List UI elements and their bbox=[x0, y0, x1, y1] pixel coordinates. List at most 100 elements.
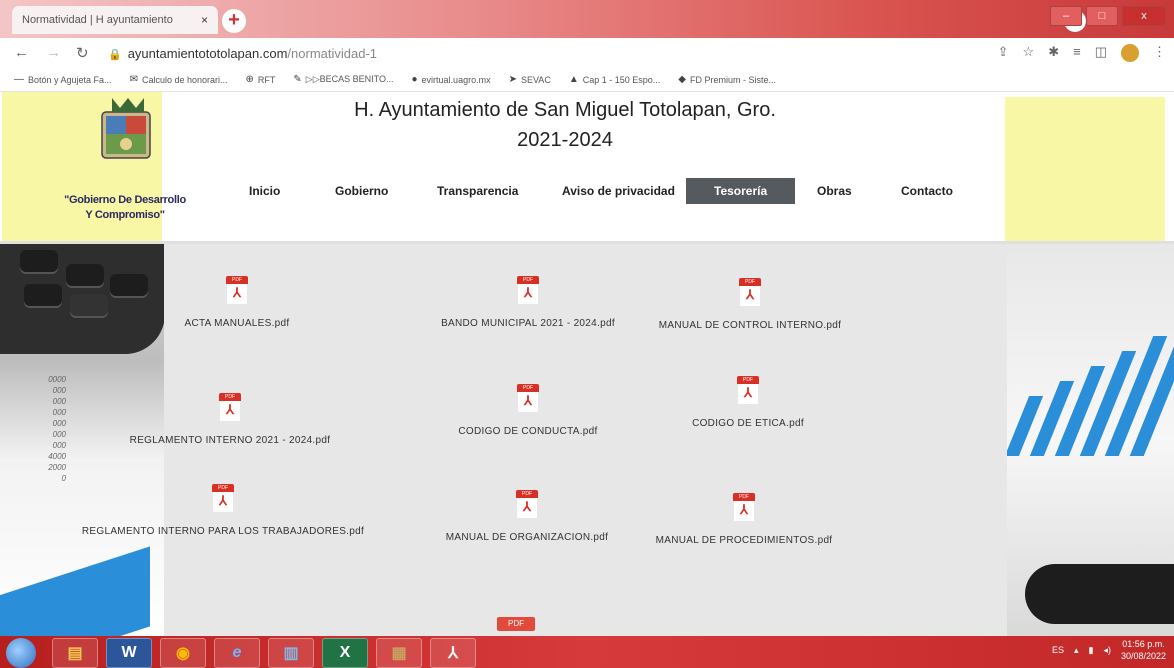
pdf-icon[interactable]: PDF ⅄ bbox=[739, 278, 761, 306]
reading-list-icon[interactable]: ≡ bbox=[1073, 44, 1081, 62]
document-link[interactable]: ACTA MANUALES.pdf bbox=[177, 318, 297, 329]
document-link[interactable]: REGLAMENTO INTERNO PARA LOS TRABAJADORES… bbox=[70, 526, 376, 537]
site-title-line-2: 2021-2024 bbox=[517, 129, 613, 151]
word-icon[interactable]: W bbox=[106, 638, 152, 668]
minimize-button[interactable]: – bbox=[1050, 6, 1082, 26]
chrome-icon[interactable]: ◉ bbox=[160, 638, 206, 668]
pdf-icon[interactable]: PDF ⅄ bbox=[226, 276, 248, 304]
document-link[interactable]: CODIGO DE CONDUCTA.pdf bbox=[448, 426, 608, 437]
pdf-icon[interactable]: PDF ⅄ bbox=[517, 276, 539, 304]
start-button[interactable] bbox=[6, 638, 36, 668]
menu-label: Aviso de privacidad bbox=[562, 184, 675, 198]
header-yellow-right bbox=[1005, 97, 1165, 242]
menu-label: Tesorería bbox=[714, 184, 768, 198]
maximize-button[interactable]: □ bbox=[1086, 6, 1118, 26]
menu-obras[interactable]: Obras bbox=[817, 178, 852, 204]
bookmark-label: FD Premium - Siste... bbox=[689, 74, 776, 85]
back-icon[interactable]: ← bbox=[14, 44, 29, 61]
menu-kebab-icon[interactable]: ⋮ bbox=[1153, 44, 1166, 62]
menu-aviso-de-privacidad[interactable]: Aviso de privacidad bbox=[562, 178, 675, 204]
document-item: PDF ⅄ MANUAL DE CONTROL INTERNO.pdf bbox=[650, 278, 850, 331]
speaker-icon[interactable]: ◂) bbox=[1103, 645, 1111, 656]
clock[interactable]: 01:56 p.m. 30/08/2022 bbox=[1121, 638, 1166, 662]
bookmark-item[interactable]: ➤ SEVAC bbox=[509, 74, 551, 85]
document-link[interactable]: CODIGO DE ETICA.pdf bbox=[683, 418, 813, 429]
background-chart-ticks: 0000 000 000 000 000 000 000 4000 2000 0 bbox=[6, 374, 66, 484]
municipal-seal-logo bbox=[101, 98, 151, 159]
document-link[interactable]: REGLAMENTO INTERNO 2021 - 2024.pdf bbox=[118, 435, 342, 446]
background-tick-label: 000 bbox=[52, 430, 66, 439]
clock-date: 30/08/2022 bbox=[1120, 651, 1166, 661]
tray-arrow-icon[interactable]: ▴ bbox=[1074, 645, 1079, 656]
document-item: PDF ⅄ MANUAL DE ORGANIZACION.pdf bbox=[438, 490, 616, 543]
menu-contacto[interactable]: Contacto bbox=[901, 178, 953, 204]
pdf-icon[interactable]: PDF ⅄ bbox=[516, 490, 538, 518]
document-item: PDF ⅄ REGLAMENTO INTERNO 2021 - 2024.pdf bbox=[118, 393, 342, 446]
new-tab-button[interactable]: + bbox=[222, 9, 246, 33]
bookmark-item[interactable]: ◆ FD Premium - Siste... bbox=[678, 74, 776, 85]
bookmark-item[interactable]: ✎ ▷▷BECAS BENITO... bbox=[293, 74, 393, 85]
background-tick-label: 0000 bbox=[48, 375, 66, 384]
pdf-icon[interactable]: PDF ⅄ bbox=[219, 393, 241, 421]
background-tick-label: 000 bbox=[52, 408, 66, 417]
bookmark-item[interactable]: ▲ Cap 1 - 150 Espo... bbox=[569, 74, 660, 85]
pdf-reader-icon[interactable]: ⅄ bbox=[430, 638, 476, 668]
site-title: H. Ayuntamiento de San Miguel Totolapan,… bbox=[340, 95, 790, 155]
background-tick-label: 000 bbox=[52, 386, 66, 395]
bookmark-label: Cap 1 - 150 Espo... bbox=[582, 74, 661, 85]
background-tick-label: 0 bbox=[61, 474, 66, 483]
windows-taskbar: ▤ W ◉ e ▥ X ▦ ⅄ ES ▴ ▮ ◂) 01:56 p.m. 30/… bbox=[0, 636, 1174, 668]
menu-inicio[interactable]: Inicio bbox=[249, 178, 280, 204]
app-icon[interactable]: ▥ bbox=[268, 638, 314, 668]
bookmark-star-icon[interactable]: ☆ bbox=[1023, 44, 1035, 62]
background-tick-label: 4000 bbox=[48, 452, 66, 461]
reload-icon[interactable]: ↻ bbox=[76, 44, 89, 62]
tab-title: Normatividad | H ayuntamiento bbox=[22, 14, 173, 26]
extensions-icon[interactable]: ✱ bbox=[1048, 44, 1059, 62]
background-tick-label: 2000 bbox=[48, 463, 66, 472]
pdf-icon[interactable]: PDF ⅄ bbox=[212, 484, 234, 512]
forward-icon[interactable]: → bbox=[46, 44, 61, 61]
language-indicator[interactable]: ES bbox=[1052, 645, 1064, 655]
pdf-icon[interactable]: PDF ⅄ bbox=[737, 376, 759, 404]
close-window-button[interactable]: x bbox=[1122, 6, 1166, 26]
pdf-icon[interactable]: PDF ⅄ bbox=[517, 384, 539, 412]
document-link[interactable]: MANUAL DE PROCEDIMIENTOS.pdf bbox=[646, 535, 842, 546]
document-link[interactable]: MANUAL DE CONTROL INTERNO.pdf bbox=[650, 320, 850, 331]
menu-transparencia[interactable]: Transparencia bbox=[437, 178, 518, 204]
bookmark-item[interactable]: — Botón y Agujeta Fa... bbox=[14, 74, 112, 85]
slogan-line-1: "Gobierno De Desarrollo bbox=[64, 194, 186, 206]
tab-close-icon[interactable]: × bbox=[201, 13, 208, 27]
menu-gobierno[interactable]: Gobierno bbox=[335, 178, 388, 204]
document-link[interactable]: BANDO MUNICIPAL 2021 - 2024.pdf bbox=[428, 318, 628, 329]
sidepanel-icon[interactable]: ◫ bbox=[1095, 44, 1107, 62]
network-icon[interactable]: ▮ bbox=[1088, 645, 1093, 656]
bookmark-item[interactable]: ✉ Calculo de honorari... bbox=[130, 74, 228, 85]
system-tray: ES ▴ ▮ ◂) 01:56 p.m. 30/08/2022 bbox=[1052, 638, 1166, 662]
url-field[interactable]: 🔒 ayuntamientototolapan.com/normatividad-… bbox=[108, 46, 377, 61]
bookmark-item[interactable]: ⊕ RFT bbox=[246, 74, 276, 85]
globe-icon: ⊕ bbox=[245, 74, 254, 85]
profile-avatar[interactable] bbox=[1121, 44, 1139, 62]
internet-explorer-icon[interactable]: e bbox=[214, 638, 260, 668]
dash-icon: — bbox=[14, 74, 24, 85]
bookmark-label: Botón y Agujeta Fa... bbox=[28, 74, 112, 85]
document-link[interactable]: MANUAL DE ORGANIZACION.pdf bbox=[438, 532, 616, 543]
pdf-icon[interactable]: PDF ⅄ bbox=[733, 493, 755, 521]
winrar-icon[interactable]: ▦ bbox=[376, 638, 422, 668]
menu-tesoreria[interactable]: Tesorería bbox=[686, 178, 796, 204]
pen-graphic bbox=[1025, 564, 1174, 624]
excel-icon[interactable]: X bbox=[322, 638, 368, 668]
share-icon[interactable]: ⇪ bbox=[998, 44, 1009, 62]
document-item: PDF ⅄ REGLAMENTO INTERNO PARA LOS TRABAJA… bbox=[70, 484, 376, 537]
menu-label: Contacto bbox=[901, 184, 953, 198]
pdf-icon-partial[interactable]: PDF bbox=[497, 617, 535, 631]
browser-tab[interactable]: Normatividad | H ayuntamiento × bbox=[12, 6, 218, 34]
dot-icon: ● bbox=[411, 74, 418, 85]
bookmark-item[interactable]: ● evirtual.uagro.mx bbox=[412, 74, 491, 85]
menu-label: Inicio bbox=[249, 184, 281, 198]
menu-label: Transparencia bbox=[437, 184, 519, 198]
file-explorer-icon[interactable]: ▤ bbox=[52, 638, 98, 668]
bookmarks-bar: — Botón y Agujeta Fa... ✉ Calculo de honora… bbox=[0, 68, 1174, 92]
mail-icon: ✉ bbox=[129, 74, 138, 85]
